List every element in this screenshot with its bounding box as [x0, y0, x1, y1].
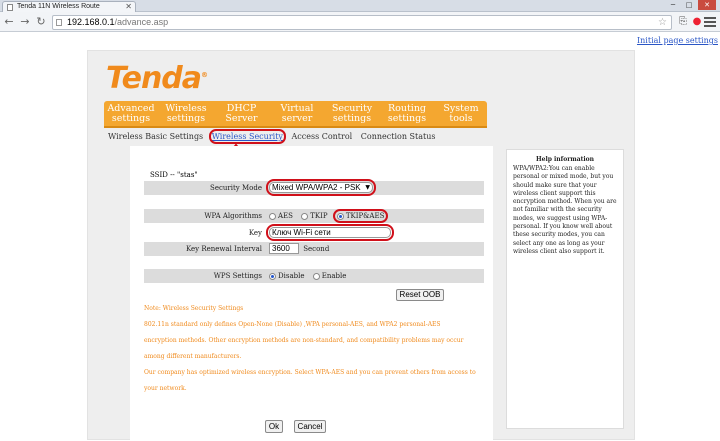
url-host: 192.168.0.1: [67, 17, 115, 27]
tkipaes-highlight: TKIP&AES: [332, 209, 389, 223]
radio-tkipaes[interactable]: [336, 212, 344, 220]
reset-oob-button[interactable]: Reset OOB: [396, 289, 444, 301]
key-label: Key: [248, 229, 262, 237]
subnav-wireless-security[interactable]: Wireless Security: [208, 129, 286, 144]
key-renewal-input[interactable]: 3600: [269, 243, 299, 254]
key-renewal-unit: Second: [303, 245, 330, 253]
nav-label: settings: [166, 113, 206, 124]
subnav-access-control[interactable]: Access Control: [291, 132, 352, 141]
nav-label: server: [281, 113, 313, 124]
radio-tkip-label: TKIP: [310, 212, 328, 220]
radio-wps-enable[interactable]: [312, 272, 320, 280]
nav-routing-settings[interactable]: Routing settings: [379, 101, 435, 126]
note-line: among different manufacturers.: [144, 353, 242, 360]
nav-wireless-settings[interactable]: Wireless settings: [158, 101, 214, 126]
browser-toolbar: ← → ↻ 192.168.0.1/advance.asp ☆ ⎘ ●: [0, 12, 720, 32]
sub-nav: Wireless Basic Settings Wireless Securit…: [108, 129, 441, 144]
key-renewal-label: Key Renewal Interval: [186, 245, 262, 253]
page-favicon-icon: [7, 4, 13, 11]
bookmark-star-icon[interactable]: ☆: [658, 16, 667, 29]
nav-label: settings: [111, 113, 151, 124]
note-line: encryption methods. Other encryption met…: [144, 337, 464, 344]
url-path: /advance.asp: [114, 17, 169, 27]
extension-icon[interactable]: ●: [690, 14, 704, 29]
note-line: your network.: [144, 385, 187, 392]
radio-wps-enable-label: Enable: [321, 272, 347, 280]
page-icon: [56, 19, 62, 26]
ssid-row: SSID -- "stas": [144, 168, 484, 182]
security-mode-value: Mixed WPA/WPA2 - PSK: [272, 183, 361, 192]
window-controls: ─ □ ✕: [666, 0, 716, 10]
logo-text: Tenda: [106, 61, 202, 96]
radio-tkipaes-label: TKIP&AES: [345, 212, 385, 220]
forward-icon[interactable]: →: [18, 15, 32, 29]
nav-virtual-server[interactable]: Virtual server: [269, 101, 325, 126]
nav-label: tools: [449, 113, 473, 124]
browser-tab[interactable]: Tenda 11N Wireless Route ✕: [2, 1, 136, 12]
wpa-algorithms-row: WPA Algorithms AES TKIP TKIP&AES: [144, 209, 484, 223]
initial-page-settings-link[interactable]: Initial page settings: [637, 36, 718, 45]
router-admin-frame: Tenda® Advanced settings Wireless settings…: [87, 50, 635, 441]
key-renewal-row: Key Renewal Interval 3600 Second: [144, 242, 484, 256]
nav-label: settings: [332, 113, 372, 124]
radio-wps-disable[interactable]: [269, 272, 276, 280]
tab-close-icon[interactable]: ✕: [125, 2, 132, 12]
note-line: Our company has optimized wireless encry…: [144, 369, 476, 376]
reload-icon[interactable]: ↻: [34, 15, 48, 29]
security-mode-label: Security Mode: [210, 184, 262, 192]
translate-icon[interactable]: ⎘: [676, 14, 690, 29]
key-row: Key Ключ Wi-Fi сети: [144, 224, 484, 241]
radio-aes-label: AES: [278, 212, 293, 220]
back-icon[interactable]: ←: [2, 15, 16, 29]
radio-tkip[interactable]: [301, 212, 309, 220]
wps-settings-label: WPS Settings: [213, 272, 262, 280]
cancel-button[interactable]: Cancel: [294, 420, 326, 433]
maximize-icon[interactable]: □: [682, 0, 696, 10]
nav-dhcp-server[interactable]: DHCP Server: [214, 101, 269, 126]
wps-settings-row: WPS Settings Disable Enable: [144, 269, 484, 283]
nav-label: Server: [225, 113, 258, 124]
main-nav: Advanced settings Wireless settings DHCP Se…: [104, 101, 487, 128]
help-title: Help information: [535, 156, 595, 163]
tenda-logo: Tenda®: [106, 61, 208, 96]
key-input[interactable]: Ключ Wi-Fi сети: [266, 224, 394, 241]
minimize-icon[interactable]: ─: [666, 0, 680, 10]
help-body: WPA/WPA2:You can enable personal or mixe…: [513, 165, 617, 255]
radio-aes[interactable]: [269, 212, 276, 220]
logo-registered-mark: ®: [201, 71, 208, 79]
window-close-icon[interactable]: ✕: [698, 0, 716, 10]
browser-menu-icon[interactable]: [704, 15, 716, 28]
wpa-algorithms-label: WPA Algorithms: [204, 212, 262, 220]
dropdown-caret-icon: ▼: [365, 184, 370, 191]
nav-label: settings: [387, 113, 427, 124]
nav-security-settings[interactable]: Security settings: [325, 101, 379, 126]
browser-tabbar: Tenda 11N Wireless Route ✕ ─ □ ✕: [0, 0, 720, 12]
subnav-connection-status[interactable]: Connection Status: [361, 132, 436, 141]
help-panel: Help information WPA/WPA2:You can enable…: [506, 149, 624, 429]
security-mode-select[interactable]: Mixed WPA/WPA2 - PSK ▼: [266, 179, 376, 196]
note-line: 802.11n standard only defines Open-None …: [144, 321, 441, 328]
settings-panel: SSID -- "stas" Security Mode Mixed WPA/W…: [130, 146, 493, 441]
security-notes: Note: Wireless Security Settings 802.11n…: [144, 304, 484, 400]
nav-system-tools[interactable]: System tools: [435, 101, 487, 126]
tab-title: Tenda 11N Wireless Route: [17, 3, 100, 10]
ok-button[interactable]: Ok: [265, 420, 283, 433]
nav-advanced-settings[interactable]: Advanced settings: [104, 101, 158, 126]
ssid-text: SSID -- "stas": [150, 171, 198, 179]
address-bar[interactable]: 192.168.0.1/advance.asp ☆: [52, 15, 672, 30]
subnav-wireless-basic-settings[interactable]: Wireless Basic Settings: [108, 132, 203, 141]
note-line: Note: Wireless Security Settings: [144, 305, 244, 312]
radio-wps-disable-label: Disable: [278, 272, 305, 280]
security-mode-row: Security Mode Mixed WPA/WPA2 - PSK ▼: [144, 179, 484, 196]
